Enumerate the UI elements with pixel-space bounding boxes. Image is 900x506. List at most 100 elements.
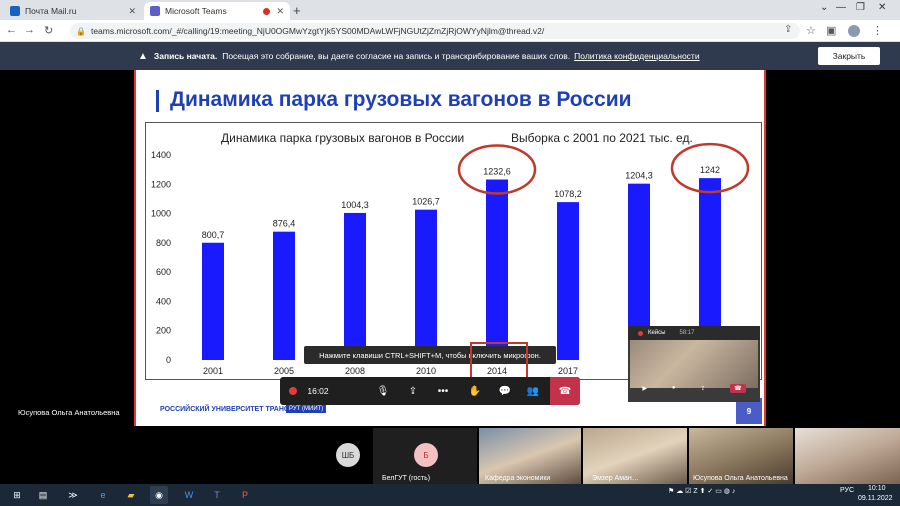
video-tile[interactable] xyxy=(795,428,900,484)
file-explorer-icon[interactable]: ▰ xyxy=(122,486,140,504)
recording-dot-icon xyxy=(284,377,302,405)
powershell-icon[interactable]: ≫ xyxy=(64,486,82,504)
new-tab-button[interactable]: + xyxy=(293,3,301,18)
participants-icon[interactable]: 👥 xyxy=(520,377,546,405)
y-tick-label: 1000 xyxy=(151,209,171,219)
privacy-policy-link[interactable]: Политика конфиденциальности xyxy=(574,51,699,61)
bar-value-label: 1232,6 xyxy=(483,167,511,177)
teams-icon xyxy=(150,6,160,16)
annotation-box xyxy=(470,342,528,380)
tab-mail-label: Почта Mail.ru xyxy=(25,6,77,16)
university-badge: РУТ (МИИТ) xyxy=(286,405,327,413)
hang-up-button[interactable]: ☎ xyxy=(550,377,580,405)
mail-icon xyxy=(10,6,20,16)
tab-mail[interactable]: Почта Mail.ru ✕ xyxy=(4,2,142,20)
video-tile-label: Эмзер Аман… xyxy=(592,475,639,482)
mic-icon[interactable]: ● xyxy=(672,385,676,391)
close-tab-icon[interactable]: ✕ xyxy=(276,6,284,17)
extensions-icon[interactable]: ▣ xyxy=(826,24,836,37)
banner-bold-text: Запись начата. xyxy=(153,51,218,61)
y-tick-label: 1400 xyxy=(151,150,171,160)
mini-window-header: Кейсы 58:17 xyxy=(628,326,760,340)
chart-subtitle: Выборка с 2001 по 2021 тыс. ед. xyxy=(511,131,693,145)
call-timer: 16:02 xyxy=(307,386,329,396)
mini-window-title: Кейсы xyxy=(648,330,666,336)
more-actions-icon[interactable]: ••• xyxy=(430,377,456,405)
participant-name: БелГУТ (гость) xyxy=(382,475,431,482)
back-icon[interactable]: ← xyxy=(6,24,17,36)
windows-start-icon[interactable]: ⊞ xyxy=(8,486,26,504)
mini-window-time: 58:17 xyxy=(679,330,695,336)
chrome-icon[interactable]: ◉ xyxy=(150,486,168,504)
x-tick-label: 2005 xyxy=(274,366,294,376)
bar-value-label: 876,4 xyxy=(273,219,296,229)
bar-value-label: 1078,2 xyxy=(554,189,582,199)
chat-icon[interactable]: 💬 xyxy=(492,377,518,405)
y-tick-label: 200 xyxy=(156,326,171,336)
y-tick-label: 0 xyxy=(166,355,171,365)
mic-off-icon[interactable]: 🎙 xyxy=(370,377,396,405)
video-tile-label: Кафедра экономики xyxy=(485,475,551,482)
presenter-name: Юсупова Ольга Анатольевна xyxy=(18,408,120,417)
hang-up-icon[interactable]: ☎ xyxy=(730,383,746,393)
lock-icon: 🔒 xyxy=(76,26,86,36)
bar-value-label: 1004,3 xyxy=(341,200,369,210)
share-icon[interactable]: ⇪ xyxy=(700,385,705,392)
x-tick-label: 2010 xyxy=(416,366,436,376)
minimize-button[interactable]: — xyxy=(836,2,846,13)
chart-title: Динамика парка грузовых вагонов в России xyxy=(221,131,464,145)
slide-title: Динамика парка грузовых вагонов в России xyxy=(170,88,632,111)
camera-icon[interactable]: ▶ xyxy=(642,385,647,392)
video-tile-label: Юсупова Ольга Анатольевна xyxy=(693,475,788,482)
mini-window-controls: ▶ ● ⇪ ☎ xyxy=(630,380,758,396)
raise-hand-icon[interactable]: ✋ xyxy=(462,377,488,405)
edge-icon[interactable]: e xyxy=(94,486,112,504)
close-tab-icon[interactable]: ✕ xyxy=(128,6,136,17)
banner-close-button[interactable]: Закрыть xyxy=(818,47,880,65)
y-tick-label: 600 xyxy=(156,267,171,277)
menu-kebab-icon[interactable]: ⋮ xyxy=(872,24,883,37)
tray-icons[interactable]: ⚑ ☁ ☑ Z ⬆ ✓ ▭ ◍ ♪ xyxy=(668,487,735,495)
tab-teams[interactable]: Microsoft Teams ✕ xyxy=(144,2,290,20)
title-accent-bar xyxy=(156,90,159,112)
bar-value-label: 800,7 xyxy=(202,230,225,240)
share-screen-icon[interactable]: ⇪ xyxy=(400,377,426,405)
bookmark-star-icon[interactable]: ☆ xyxy=(806,24,816,37)
x-tick-label: 2017 xyxy=(558,366,578,376)
profile-avatar[interactable] xyxy=(848,25,860,37)
url-text: teams.microsoft.com/_#/calling/19:meetin… xyxy=(90,26,545,36)
y-tick-label: 800 xyxy=(156,238,171,248)
recording-dot-icon xyxy=(638,330,643,336)
bar-value-label: 1204,3 xyxy=(625,171,653,181)
reload-icon[interactable]: ↻ xyxy=(44,24,53,37)
chart-bar xyxy=(415,209,437,360)
language-indicator[interactable]: РУС xyxy=(840,487,854,494)
bar-value-label: 1026,7 xyxy=(412,197,440,207)
clock-time[interactable]: 10:10 xyxy=(868,485,886,492)
chevron-down-icon[interactable]: ⌄ xyxy=(820,2,828,13)
powerpoint-icon[interactable]: P xyxy=(236,486,254,504)
y-tick-label: 400 xyxy=(156,296,171,306)
x-tick-label: 2008 xyxy=(345,366,365,376)
teams-taskbar-icon[interactable]: T xyxy=(208,486,226,504)
recording-indicator-icon xyxy=(263,7,271,15)
forward-icon[interactable]: → xyxy=(24,24,35,36)
word-icon[interactable]: W xyxy=(180,486,198,504)
participant-avatar[interactable]: ШБ xyxy=(336,443,360,467)
chart-bar xyxy=(486,179,508,360)
participant-avatar[interactable]: Б xyxy=(414,443,438,467)
task-view-icon[interactable]: ▤ xyxy=(34,486,52,504)
warning-icon: ▲ xyxy=(138,50,148,62)
chart-bar xyxy=(273,231,295,360)
clock-date[interactable]: 09.11.2022 xyxy=(858,495,893,502)
chart-bar xyxy=(344,212,366,360)
maximize-button[interactable]: ❐ xyxy=(856,2,865,13)
share-icon[interactable]: ⇪ xyxy=(784,24,792,35)
url-field[interactable]: 🔒 teams.microsoft.com/_#/calling/19:meet… xyxy=(70,23,800,39)
chart-bar xyxy=(202,242,224,360)
bar-value-label: 1242 xyxy=(700,165,720,175)
x-tick-label: 2001 xyxy=(203,366,223,376)
banner-text: Посещая это собрание, вы даете согласие … xyxy=(222,51,571,61)
y-tick-label: 1200 xyxy=(151,179,171,189)
close-window-button[interactable]: ✕ xyxy=(878,2,886,13)
